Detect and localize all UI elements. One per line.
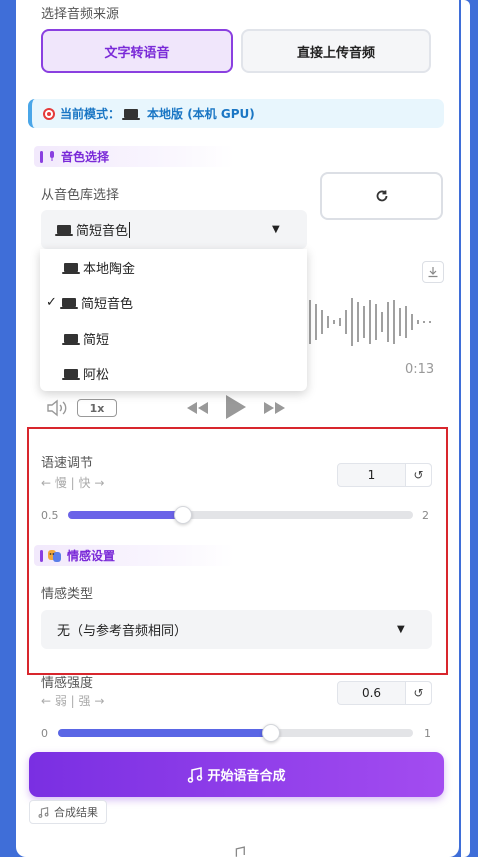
intensity-max: 1 bbox=[424, 727, 431, 740]
volume-icon[interactable] bbox=[46, 399, 68, 417]
target-icon bbox=[43, 107, 55, 120]
speed-value: 1 bbox=[367, 468, 376, 482]
voice-library-label: 从音色库选择 bbox=[41, 188, 120, 203]
laptop-icon bbox=[122, 109, 141, 120]
emotion-type-select[interactable]: 无（与参考音频相同） ▼ bbox=[41, 610, 432, 649]
reset-icon[interactable]: ↺ bbox=[405, 682, 431, 704]
intensity-hint: ← 弱 | 强 → bbox=[41, 694, 105, 708]
mode-banner: 当前模式： 本地版 (本机 GPU) bbox=[28, 99, 444, 128]
microphone-icon bbox=[50, 151, 54, 161]
voice-option-asong[interactable]: 阿松 bbox=[40, 355, 307, 391]
intensity-slider[interactable] bbox=[58, 724, 413, 742]
laptop-icon bbox=[55, 225, 73, 236]
voice-option-jianduan[interactable]: 简短 bbox=[40, 320, 307, 356]
result-tag-label: 合成结果 bbox=[54, 806, 98, 819]
chevron-down-icon: ▼ bbox=[397, 624, 405, 635]
voice-section-title: 音色选择 bbox=[61, 150, 110, 164]
voice-option-label: 本地陶金 bbox=[83, 261, 136, 277]
theater-masks-icon bbox=[48, 549, 61, 562]
forward-icon[interactable] bbox=[262, 400, 286, 416]
voice-option-jianduan-yinse[interactable]: ✓ 简短音色 bbox=[40, 284, 307, 320]
tab-text-to-speech[interactable]: 文字转语音 bbox=[41, 29, 233, 73]
start-synthesis-label: 开始语音合成 bbox=[207, 769, 286, 784]
voice-select[interactable]: 简短音色 ▼ bbox=[41, 210, 307, 249]
speed-hint: ← 慢 | 快 → bbox=[41, 476, 105, 490]
intensity-number-input[interactable]: 0.6 ↺ bbox=[337, 681, 432, 705]
main-panel: 选择音频来源 文字转语音 直接上传音频 当前模式： 本地版 (本机 GPU) 音… bbox=[16, 0, 459, 857]
speed-slider-thumb[interactable] bbox=[173, 506, 192, 524]
right-edge-panel bbox=[459, 0, 478, 857]
rewind-icon[interactable] bbox=[186, 400, 210, 416]
music-note-icon bbox=[188, 766, 203, 783]
laptop-icon bbox=[60, 297, 78, 309]
music-note-icon bbox=[235, 846, 245, 857]
speed-min: 0.5 bbox=[41, 509, 59, 522]
play-icon[interactable] bbox=[224, 393, 248, 421]
result-tag: 合成结果 bbox=[29, 800, 107, 824]
tab-upload-audio[interactable]: 直接上传音频 bbox=[241, 29, 431, 73]
start-synthesis-button[interactable]: 开始语音合成 bbox=[29, 752, 444, 797]
reset-icon[interactable]: ↺ bbox=[405, 464, 431, 486]
emotion-type-label: 情感类型 bbox=[41, 587, 94, 602]
check-icon: ✓ bbox=[46, 294, 57, 310]
intensity-slider-thumb[interactable] bbox=[262, 724, 280, 742]
speed-max: 2 bbox=[422, 509, 429, 522]
voice-option-bendi-taojin[interactable]: 本地陶金 bbox=[40, 249, 307, 285]
voice-option-label: 简短 bbox=[83, 332, 110, 348]
section-accent-bar bbox=[40, 150, 43, 163]
intensity-slider-fill bbox=[58, 729, 271, 737]
download-icon bbox=[428, 267, 438, 278]
speed-label: 语速调节 bbox=[41, 456, 94, 471]
emotion-type-value: 无（与参考音频相同） bbox=[57, 624, 188, 639]
laptop-icon bbox=[62, 262, 80, 274]
intensity-label: 情感强度 bbox=[41, 676, 94, 691]
music-note-icon bbox=[38, 806, 49, 818]
mode-prefix: 当前模式： bbox=[60, 107, 121, 121]
right-edge-card bbox=[461, 0, 470, 857]
text-cursor bbox=[129, 221, 131, 238]
emotion-section-header: 情感设置 bbox=[34, 545, 234, 566]
voice-option-label: 阿松 bbox=[83, 367, 110, 383]
chevron-down-icon: ▼ bbox=[272, 224, 280, 235]
intensity-value: 0.6 bbox=[361, 686, 382, 700]
source-label: 选择音频来源 bbox=[41, 7, 120, 22]
emotion-section-title: 情感设置 bbox=[67, 549, 116, 563]
speed-number-input[interactable]: 1 ↺ bbox=[337, 463, 432, 487]
refresh-button[interactable] bbox=[320, 172, 443, 220]
voice-section-header: 音色选择 bbox=[34, 146, 234, 167]
laptop-icon bbox=[62, 368, 80, 380]
playback-time: 0:13 bbox=[405, 362, 435, 377]
speed-slider-fill bbox=[68, 511, 183, 519]
playback-speed-button[interactable]: 1x bbox=[77, 399, 117, 417]
voice-select-value: 简短音色 bbox=[76, 224, 129, 239]
laptop-icon bbox=[62, 333, 80, 345]
speed-slider[interactable] bbox=[68, 506, 413, 524]
download-button[interactable] bbox=[422, 261, 444, 283]
voice-option-label: 简短音色 bbox=[81, 296, 134, 312]
waveform bbox=[303, 298, 431, 346]
mode-value: 本地版 (本机 GPU) bbox=[147, 107, 255, 121]
section-accent-bar bbox=[40, 549, 43, 562]
voice-dropdown-menu: 本地陶金 ✓ 简短音色 简短 阿松 bbox=[40, 249, 307, 391]
refresh-icon bbox=[376, 190, 387, 202]
intensity-min: 0 bbox=[41, 727, 48, 740]
